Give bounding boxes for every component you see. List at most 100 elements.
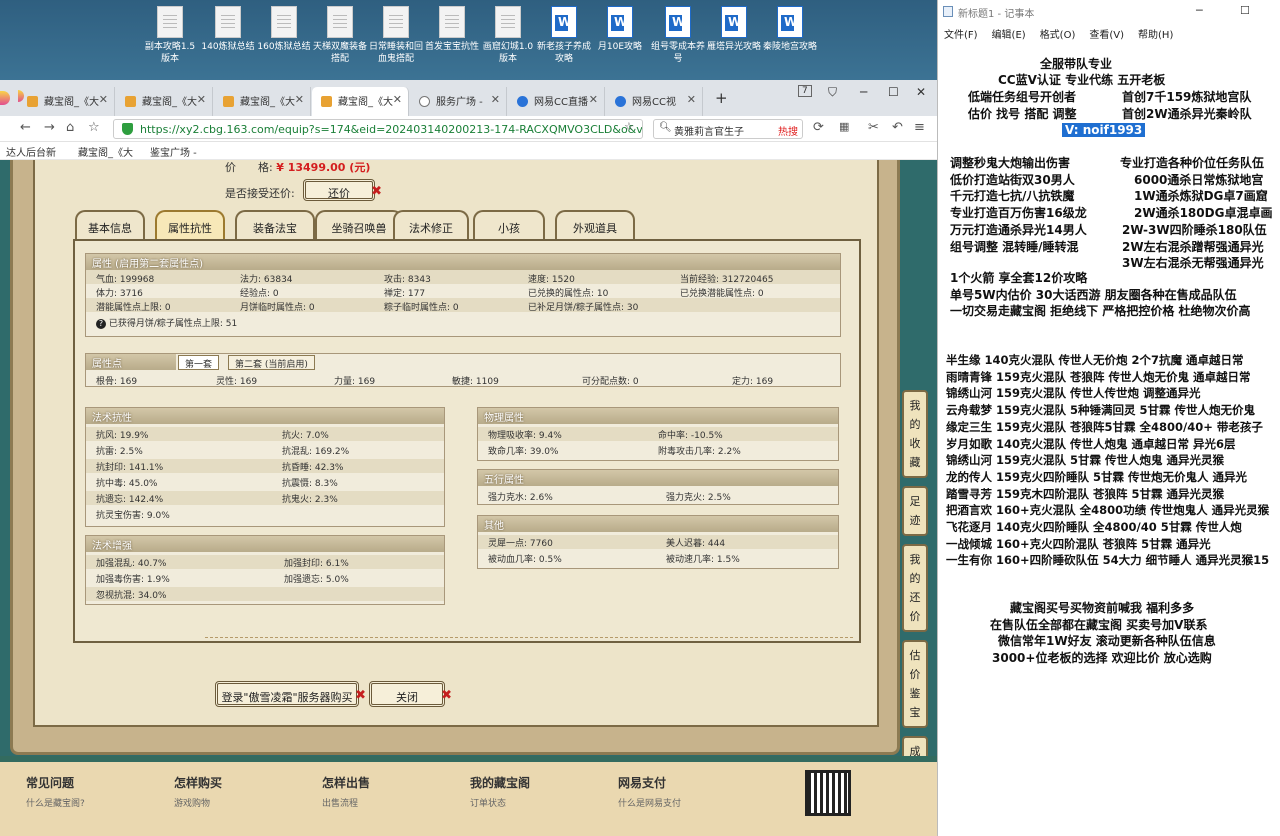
close-button[interactable]: 关闭 ✖ <box>369 681 452 707</box>
close-tab-icon[interactable]: ✕ <box>589 93 598 106</box>
desktop-icon-label: 雁塔异光攻略 <box>706 42 761 52</box>
stat-value: 抗震慑: 8.3% <box>282 479 338 489</box>
attr-value: 当前经验: 312720465 <box>680 275 774 285</box>
browser-tab[interactable]: 网易CC视 ✕ <box>606 87 703 116</box>
back-icon[interactable]: ← <box>20 120 31 135</box>
tab-0[interactable]: 基本信息 <box>75 210 145 240</box>
forward-icon[interactable]: → <box>44 120 55 135</box>
browser-tab[interactable]: 藏宝阁_《大 ✕ <box>18 87 115 116</box>
bookmark-3[interactable]: 鉴宝广场 - <box>150 144 197 159</box>
star-icon[interactable]: ☆ <box>624 120 634 133</box>
buy-button[interactable]: 登录"傲雪凌霜"服务器购买 ✖ <box>215 681 366 707</box>
browser-tab[interactable]: 网易CC直播 ✕ <box>508 87 605 116</box>
close-tab-icon[interactable]: ✕ <box>295 93 304 106</box>
tab-3[interactable]: 坐骑召唤兽 <box>315 210 403 240</box>
browser-tab[interactable]: 藏宝阁_《大 ✕ <box>214 87 311 116</box>
browser-tab[interactable]: 藏宝阁_《大 ✕ <box>312 87 409 116</box>
desktop-icon[interactable]: W 新老孩子养成攻略 <box>536 4 592 65</box>
text-line: 6000通杀日常炼狱地宫 <box>1134 172 1264 187</box>
desktop-icon[interactable]: W 月10E攻略 <box>592 4 648 53</box>
browser-tab[interactable]: 藏宝阁_《大 ✕ <box>116 87 213 116</box>
undo-icon[interactable]: ↶ <box>892 120 903 135</box>
text-line: 一战倾城 160+克火四阶混队 苍狼阵 5甘霖 通异光 <box>946 536 1211 551</box>
points-tab-first[interactable]: 第一套 <box>178 355 220 370</box>
notepad-text[interactable]: 全服带队专业 CC蓝V认证 专业代练 五开老板 低端任务组号开创者 估价 找号 搭配 … <box>938 42 1280 836</box>
bookmark-1[interactable]: 达人后台新 <box>6 144 56 159</box>
footer-link[interactable]: 什么是网易支付 <box>618 796 681 809</box>
desktop-icon[interactable]: 首发宝宝抗性 <box>424 4 480 53</box>
tab-count-badge[interactable]: 7 <box>798 85 812 97</box>
new-tab-button[interactable]: + <box>715 89 728 107</box>
desktop-icon[interactable]: 160炼狱总结 <box>256 4 312 53</box>
grid-icon[interactable]: ▦ <box>839 120 849 133</box>
text-line: 在售队伍全部都在藏宝阁 买卖号加V联系 <box>990 617 1208 632</box>
tab-2[interactable]: 装备法宝 <box>235 210 315 240</box>
text-line: CC蓝V认证 专业代练 五开老板 <box>998 73 1166 87</box>
minimize-icon[interactable]: ─ <box>1196 4 1203 17</box>
attr-value: 法力: 63834 <box>240 275 293 285</box>
attr-value: 已补足月饼/粽子属性点: 30 <box>528 303 639 313</box>
attr-value: 气血: 199968 <box>96 275 155 285</box>
tab-label: 网易CC视 <box>632 97 676 108</box>
search-box[interactable]: 🔍︎ 黄雅莉言官生子 热搜 <box>653 119 803 139</box>
desktop-icon[interactable]: 140炼狱总结 <box>200 4 256 53</box>
menu-item[interactable]: 格式(O) <box>1040 30 1076 41</box>
desktop-icon[interactable]: 日常睡装和回血鬼搭配 <box>368 4 424 65</box>
help-icon[interactable]: ? <box>96 319 106 329</box>
address-bar[interactable]: https://xy2.cbg.163.com/equip?s=174&eid=… <box>113 119 643 139</box>
desktop-icon[interactable]: W 雁塔异光攻略 <box>706 4 762 53</box>
menu-item[interactable]: 文件(F) <box>944 30 978 41</box>
sidebar-item-1[interactable]: 足迹 <box>902 486 928 536</box>
close-tab-icon[interactable]: ✕ <box>197 93 206 106</box>
footer-heading: 网易支付 <box>618 776 667 790</box>
desktop-icon[interactable]: W 秦陵地宫攻略 <box>762 4 818 53</box>
bargain-button[interactable]: 还价 ✖ <box>303 179 382 201</box>
sidebar-item-0[interactable]: 我的收藏 <box>902 390 928 478</box>
price-value: ¥ 13499.00 (元) <box>276 161 371 174</box>
close-tab-icon[interactable]: ✕ <box>393 93 402 106</box>
desktop-icon[interactable]: W 组号零成本养号 <box>650 4 706 65</box>
footer-link[interactable]: 什么是藏宝阁? <box>26 796 85 809</box>
cc-icon <box>615 96 626 107</box>
text-line: 龙的传人 159克火四阶睡队 5甘霖 传世炮无价鬼人 通异光 <box>946 469 1248 484</box>
sidebar-item-3[interactable]: 估价鉴宝 <box>902 640 928 728</box>
footer-link[interactable]: 出售流程 <box>322 796 358 809</box>
points-tab-second[interactable]: 第二套 (当前启用) <box>228 355 315 370</box>
close-tab-icon[interactable]: ✕ <box>491 93 500 106</box>
maximize-icon[interactable]: ☐ <box>888 85 899 99</box>
menu-item[interactable]: 编辑(E) <box>992 30 1026 41</box>
menu-item[interactable]: 帮助(H) <box>1138 30 1173 41</box>
close-tab-icon[interactable]: ✕ <box>687 93 696 106</box>
item-detail-frame: 价 格: ¥ 13499.00 (元) 是否接受还价: 还价 ✖ 基本信息 属性抗性… <box>10 160 900 755</box>
desktop-icon[interactable]: 画窟幻城1.0版本 <box>480 4 536 65</box>
desktop-icon[interactable]: 副本攻略1.5版本 <box>142 4 198 65</box>
tab-1[interactable]: 属性抗性 <box>155 210 225 240</box>
tab-5[interactable]: 小孩 <box>473 210 545 240</box>
sidebar-item-2[interactable]: 我的还价 <box>902 544 928 632</box>
text-line: 首创7千159炼狱地宫队 <box>1122 90 1252 104</box>
browser-tab[interactable]: 服务广场 - ✕ <box>410 87 507 116</box>
refresh-icon[interactable]: ⟳ <box>813 120 824 135</box>
bookmark-2[interactable]: 藏宝阁_《大 <box>78 144 133 159</box>
treasure-icon <box>27 96 38 107</box>
footer-link[interactable]: 游戏购物 <box>174 796 210 809</box>
home-icon[interactable]: ⌂ <box>66 120 74 135</box>
footer-link[interactable]: 订单状态 <box>470 796 506 809</box>
scissors-icon[interactable]: ✂ <box>868 120 879 135</box>
close-tab-icon[interactable]: ✕ <box>99 93 108 106</box>
maximize-icon[interactable]: ☐ <box>1240 4 1250 17</box>
minimize-icon[interactable]: ─ <box>860 85 867 99</box>
tab-4[interactable]: 法术修正 <box>393 210 469 240</box>
menu-item[interactable]: 查看(V) <box>1089 30 1124 41</box>
text-line: 组号调整 混转睡/睡转混 <box>950 239 1079 254</box>
stat-value: 抗混乱: 169.2% <box>282 447 350 457</box>
close-window-icon[interactable]: ✕ <box>916 85 926 99</box>
stat-value: 致命几率: 39.0% <box>488 447 559 457</box>
tab-6[interactable]: 外观道具 <box>555 210 635 240</box>
menu-icon[interactable]: ≡ <box>914 120 925 135</box>
text-line: 万元打造通杀异光14男人 <box>950 222 1087 237</box>
bookmark-star-icon[interactable]: ☆ <box>88 120 100 135</box>
tab-label: 藏宝阁_《大 <box>44 97 99 108</box>
desktop-icon[interactable]: 天梯双魔装备搭配 <box>312 4 368 65</box>
shirt-icon[interactable]: ⛉ <box>828 85 837 100</box>
